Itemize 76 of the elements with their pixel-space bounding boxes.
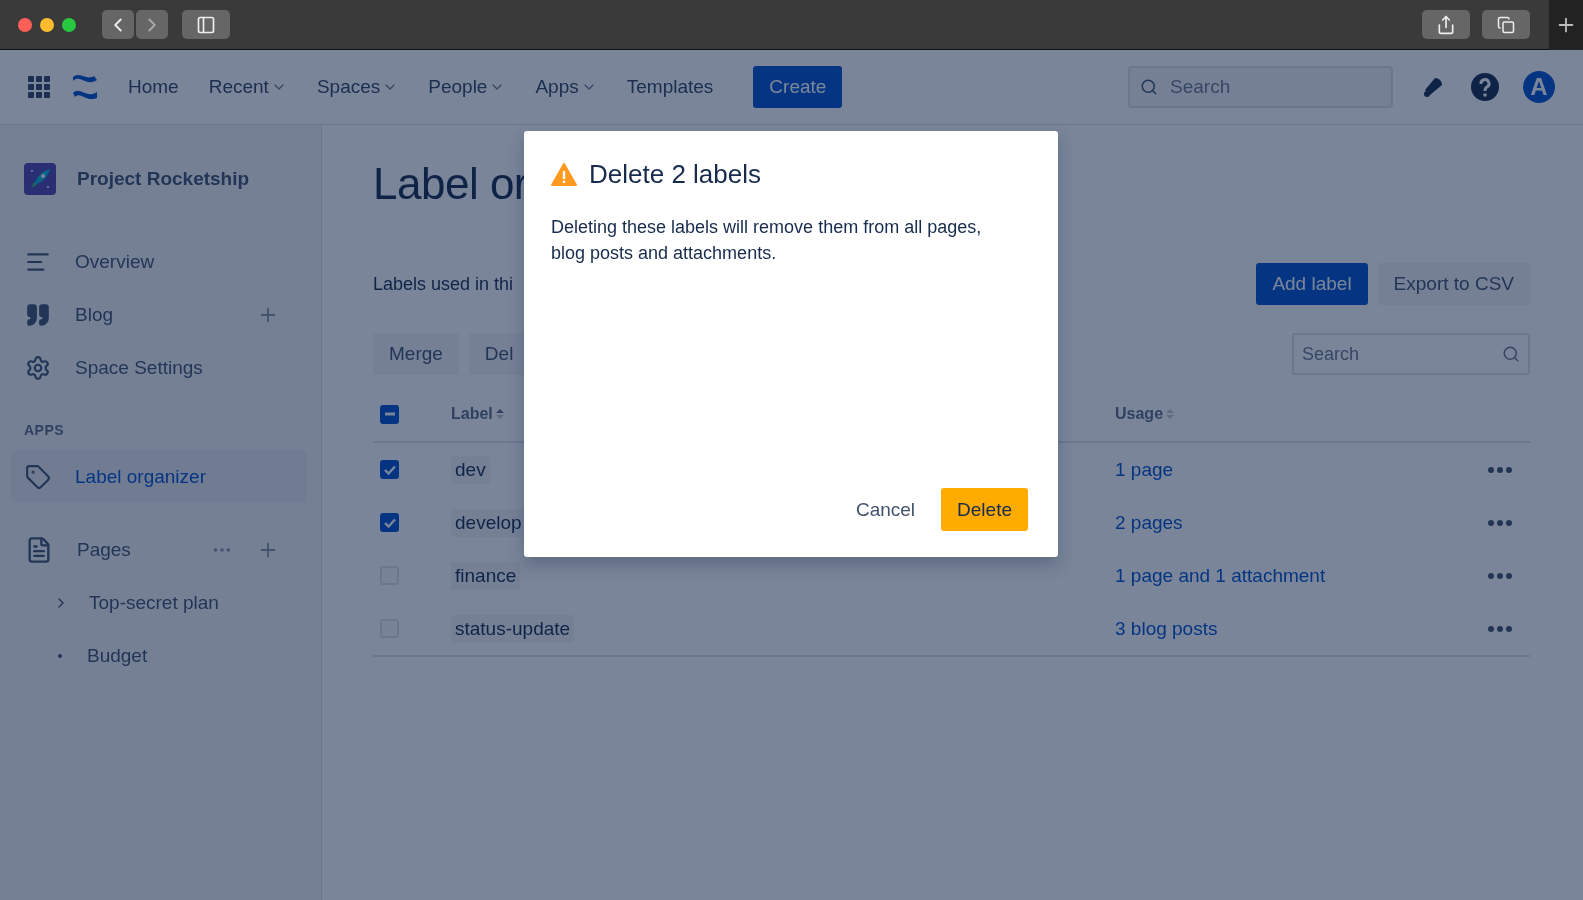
sidebar-toggle-button[interactable]	[182, 10, 230, 39]
app-grid-icon[interactable]	[28, 76, 50, 98]
label-tag[interactable]: status-update	[451, 614, 575, 643]
more-button[interactable]	[1488, 625, 1512, 632]
usage-link[interactable]: 2 pages	[1115, 511, 1183, 534]
tabs-button[interactable]	[1482, 10, 1530, 39]
minus-icon	[384, 412, 395, 416]
warning-icon	[551, 163, 577, 186]
column-header[interactable]: Usage	[1115, 405, 1470, 423]
export-button[interactable]: Export to CSV	[1377, 263, 1530, 305]
new-tab-button[interactable]	[1549, 0, 1583, 50]
sidebar-icon	[196, 14, 216, 35]
more-icon	[1488, 519, 1512, 526]
help-icon[interactable]	[1471, 73, 1499, 101]
close-button[interactable]	[18, 17, 32, 32]
sidebar-item[interactable]: Blog	[11, 288, 307, 341]
quote-icon	[25, 301, 51, 328]
cancel-button[interactable]: Cancel	[839, 488, 932, 531]
delete-button[interactable]: Delete	[941, 488, 1028, 531]
nav-menu-item[interactable]: Home	[124, 72, 183, 102]
tabs-icon	[1497, 15, 1515, 34]
label-tag[interactable]: develop	[451, 508, 526, 537]
check-icon	[383, 464, 396, 475]
page-description: Labels used in thi	[373, 273, 514, 294]
sidebar-item[interactable]: Label organizer	[11, 450, 307, 503]
more-button[interactable]	[1488, 572, 1512, 579]
nav-menu-item[interactable]: Recent	[204, 72, 291, 102]
usage-link[interactable]: 1 page	[1115, 458, 1174, 481]
nav-menu-item[interactable]: People	[424, 72, 510, 102]
row-checkbox[interactable]	[380, 460, 399, 479]
row-checkbox[interactable]	[380, 513, 399, 532]
page-tree-item[interactable]: Budget	[87, 644, 148, 667]
back-button[interactable]	[102, 10, 134, 39]
share-button[interactable]	[1422, 10, 1470, 39]
nav-menu-item[interactable]: Templates	[622, 72, 718, 102]
settings-icon	[25, 354, 51, 381]
search-field[interactable]: Search	[1128, 66, 1393, 108]
create-button[interactable]: Create	[753, 66, 843, 108]
sidebar-item[interactable]: Overview	[11, 235, 307, 288]
add-label-button[interactable]: Add label	[1256, 263, 1368, 305]
space-name[interactable]: Project Rocketship	[77, 168, 250, 190]
share-icon	[1436, 14, 1456, 35]
more-icon	[1488, 466, 1512, 473]
search-icon	[1502, 345, 1520, 363]
page-title: Label or	[373, 159, 528, 210]
dialog-title: Delete 2 labels	[589, 159, 761, 190]
nav-menu-item[interactable]: Spaces	[312, 72, 403, 102]
more-icon	[1488, 572, 1512, 579]
notification-icon[interactable]	[1421, 75, 1445, 99]
more-button[interactable]	[1488, 466, 1512, 473]
sidebar-item[interactable]: Pages	[11, 523, 307, 576]
minimize-button[interactable]	[40, 17, 54, 32]
select-all-checkbox[interactable]	[380, 404, 399, 424]
dialog-message: Deleting these labels will remove them from all pages, blog posts and attachments.	[551, 216, 983, 265]
label-tag[interactable]: dev	[451, 455, 490, 484]
page-tree-item[interactable]: Top-secret plan	[89, 591, 219, 614]
usage-link[interactable]: 3 blog posts	[1115, 617, 1218, 640]
check-icon	[383, 517, 396, 528]
tag-icon	[25, 463, 51, 490]
more-button[interactable]	[1488, 519, 1512, 526]
action-button[interactable]: Merge	[373, 333, 459, 375]
section-heading: APPS	[23, 421, 66, 440]
bullet-icon	[58, 653, 62, 658]
forward-button[interactable]	[136, 10, 168, 39]
more-icon	[1488, 625, 1512, 632]
search-icon	[1140, 78, 1158, 96]
column-header[interactable]: Label	[451, 405, 1115, 423]
usage-link[interactable]: 1 page and 1 attachment	[1115, 564, 1326, 587]
nav-menu-item[interactable]: Apps	[531, 72, 601, 102]
label-tag[interactable]: finance	[451, 561, 521, 590]
filter-search-field[interactable]: Search	[1292, 333, 1530, 375]
logo-icon[interactable]	[72, 75, 98, 99]
user-avatar[interactable]: A	[1523, 71, 1555, 103]
sidebar-item[interactable]: Space Settings	[11, 341, 307, 394]
space-icon	[24, 163, 56, 195]
zoom-button[interactable]	[62, 17, 76, 32]
